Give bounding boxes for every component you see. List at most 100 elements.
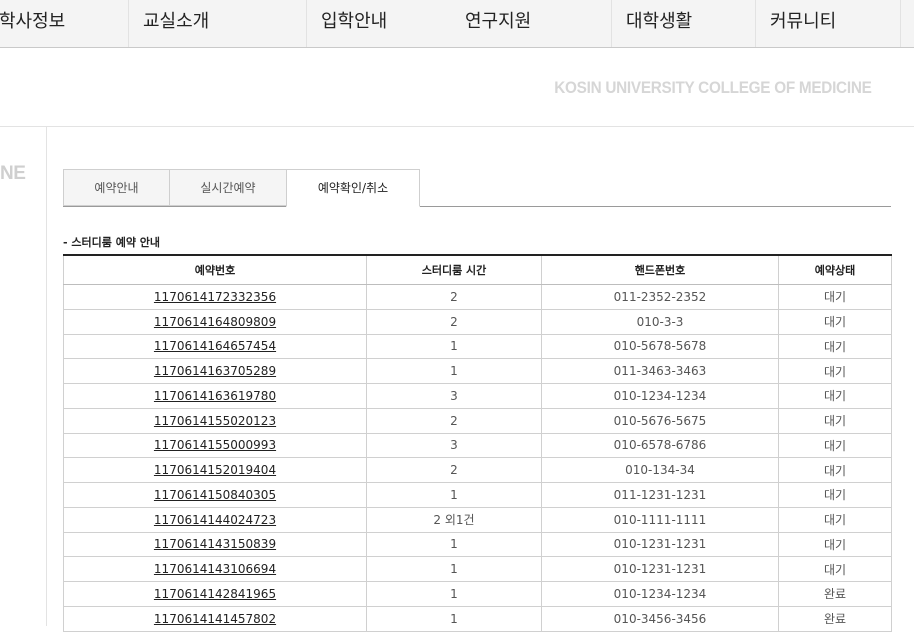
reservation-number-cell: 1170614141457802 (63, 605, 367, 632)
nav-separator (306, 0, 307, 47)
reservation-status-cell: 대기 (778, 284, 892, 310)
phone-number-cell: 011-1231-1231 (541, 482, 779, 508)
reservation-number-cell: 1170614143106694 (63, 556, 367, 582)
reservation-status-cell: 대기 (778, 407, 892, 434)
reservation-number-cell: 1170614163619780 (63, 383, 367, 409)
reservation-number-link[interactable]: 1170614150840305 (154, 488, 276, 502)
table-row: 1170614155000993 3 010-6578-6786 대기 (63, 432, 892, 459)
studyroom-hours-cell: 1 (366, 333, 542, 360)
table-row: 1170614142841965 1 010-1234-1234 완료 (63, 581, 892, 607)
column-header-studyroom-hours: 스터디룸 시간 (366, 254, 542, 285)
phone-number-cell: 010-3456-3456 (541, 605, 779, 632)
phone-number-cell: 011-3463-3463 (541, 358, 779, 384)
reservation-status-cell: 대기 (778, 308, 892, 335)
reservation-number-link[interactable]: 1170614163619780 (154, 389, 276, 403)
table-row: 1170614164657454 1 010-5678-5678 대기 (63, 333, 892, 360)
reservation-number-link[interactable]: 1170614143150839 (154, 537, 276, 551)
reservation-status-cell: 대기 (778, 531, 892, 558)
tab-realtime-reservation[interactable]: 실시간예약 (169, 169, 287, 206)
studyroom-hours-cell: 1 (366, 581, 542, 607)
reservation-number-link[interactable]: 1170614155020123 (154, 414, 276, 428)
reservation-number-link[interactable]: 1170614144024723 (154, 513, 276, 527)
reservation-number-link[interactable]: 1170614172332356 (154, 290, 276, 304)
table-row: 1170614155020123 2 010-5676-5675 대기 (63, 407, 892, 434)
reservation-status-cell: 대기 (778, 556, 892, 582)
column-header-reservation-number: 예약번호 (63, 254, 367, 285)
tab-reservation-info[interactable]: 예약안내 (63, 169, 170, 206)
top-navigation: 학사정보 교실소개 입학안내 연구지원 대학생활 커뮤니티 (0, 0, 914, 48)
phone-number-cell: 010-1111-1111 (541, 506, 779, 533)
phone-number-cell: 010-1231-1231 (541, 556, 779, 582)
reservation-number-cell: 1170614164657454 (63, 333, 367, 360)
nav-separator (755, 0, 756, 47)
reservation-table-body: 1170614172332356 2 011-2352-2352 대기 11706141… (63, 284, 892, 632)
table-header-row: 예약번호 스터디룸 시간 핸드폰번호 예약상태 (63, 254, 892, 285)
tab-reservation-confirm-cancel[interactable]: 예약확인/취소 (286, 169, 420, 207)
phone-number-cell: 010-5678-5678 (541, 333, 779, 360)
phone-number-cell: 010-1234-1234 (541, 581, 779, 607)
studyroom-hours-cell: 1 (366, 605, 542, 632)
phone-number-cell: 010-1234-1234 (541, 383, 779, 409)
reservation-number-cell: 1170614163705289 (63, 358, 367, 384)
reservation-number-link[interactable]: 1170614152019404 (154, 463, 276, 477)
nav-separator (611, 0, 612, 47)
reservation-status-cell: 대기 (778, 506, 892, 533)
tabs-underline (63, 206, 891, 207)
nav-item-department-intro[interactable]: 교실소개 (143, 0, 209, 47)
reservation-number-cell: 1170614155000993 (63, 432, 367, 459)
banner-subtitle: KOSIN UNIVERSITY COLLEGE OF MEDICINE (554, 78, 873, 97)
phone-number-cell: 010-1231-1231 (541, 531, 779, 558)
studyroom-hours-cell: 1 (366, 358, 542, 384)
reservation-number-cell: 1170614142841965 (63, 581, 367, 607)
nav-item-academic-info[interactable]: 학사정보 (0, 0, 65, 47)
table-row: 1170614164809809 2 010-3-3 대기 (63, 308, 892, 335)
studyroom-hours-cell: 2 외1건 (366, 506, 542, 533)
phone-number-cell: 011-2352-2352 (541, 284, 779, 310)
column-header-reservation-status: 예약상태 (778, 254, 892, 285)
table-row: 1170614141457802 1 010-3456-3456 완료 (63, 605, 892, 632)
sidebar-divider (46, 127, 47, 626)
table-row: 1170614143106694 1 010-1231-1231 대기 (63, 556, 892, 582)
reservation-number-link[interactable]: 1170614164809809 (154, 315, 276, 329)
nav-item-campus-life[interactable]: 대학생활 (626, 0, 692, 47)
studyroom-hours-cell: 2 (366, 308, 542, 335)
reservation-status-cell: 대기 (778, 358, 892, 384)
table-row: 1170614172332356 2 011-2352-2352 대기 (63, 284, 892, 310)
reservation-number-link[interactable]: 1170614141457802 (154, 612, 276, 626)
reservation-number-cell: 1170614143150839 (63, 531, 367, 558)
table-row: 1170614144024723 2 외1건 010-1111-1111 대기 (63, 506, 892, 533)
nav-item-admission[interactable]: 입학안내 (321, 0, 387, 47)
studyroom-hours-cell: 1 (366, 531, 542, 558)
reservation-number-cell: 1170614164809809 (63, 308, 367, 335)
reservation-number-link[interactable]: 1170614143106694 (154, 562, 276, 576)
table-row: 1170614150840305 1 011-1231-1231 대기 (63, 482, 892, 508)
table-row: 1170614163705289 1 011-3463-3463 대기 (63, 358, 892, 384)
reservation-status-cell: 완료 (778, 581, 892, 607)
studyroom-hours-cell: 1 (366, 482, 542, 508)
reservation-number-cell: 1170614150840305 (63, 482, 367, 508)
reservation-number-cell: 1170614144024723 (63, 506, 367, 533)
banner-divider (0, 126, 914, 127)
reservation-number-link[interactable]: 1170614164657454 (154, 339, 276, 353)
nav-item-community[interactable]: 커뮤니티 (770, 0, 836, 47)
phone-number-cell: 010-5676-5675 (541, 407, 779, 434)
reservation-number-link[interactable]: 1170614163705289 (154, 364, 276, 378)
reservation-number-link[interactable]: 1170614155000993 (154, 438, 276, 452)
phone-number-cell: 010-3-3 (541, 308, 779, 335)
phone-number-cell: 010-6578-6786 (541, 432, 779, 459)
reservation-number-cell: 1170614172332356 (63, 284, 367, 310)
studyroom-hours-cell: 2 (366, 407, 542, 434)
table-row: 1170614152019404 2 010-134-34 대기 (63, 457, 892, 483)
reservation-table: 예약번호 스터디룸 시간 핸드폰번호 예약상태 1170614172332356… (63, 254, 892, 632)
reservation-number-link[interactable]: 1170614142841965 (154, 587, 276, 601)
nav-separator (128, 0, 129, 47)
phone-number-cell: 010-134-34 (541, 457, 779, 483)
reservation-tabs: 예약안내 실시간예약 예약확인/취소 (63, 169, 891, 207)
sidebar-title-fragment: NE (0, 163, 26, 184)
studyroom-hours-cell: 3 (366, 432, 542, 459)
reservation-status-cell: 대기 (778, 383, 892, 409)
reservation-status-cell: 대기 (778, 432, 892, 459)
nav-item-research-support[interactable]: 연구지원 (465, 0, 531, 47)
section-title: - 스터디룸 예약 안내 (63, 236, 161, 249)
reservation-status-cell: 완료 (778, 605, 892, 632)
